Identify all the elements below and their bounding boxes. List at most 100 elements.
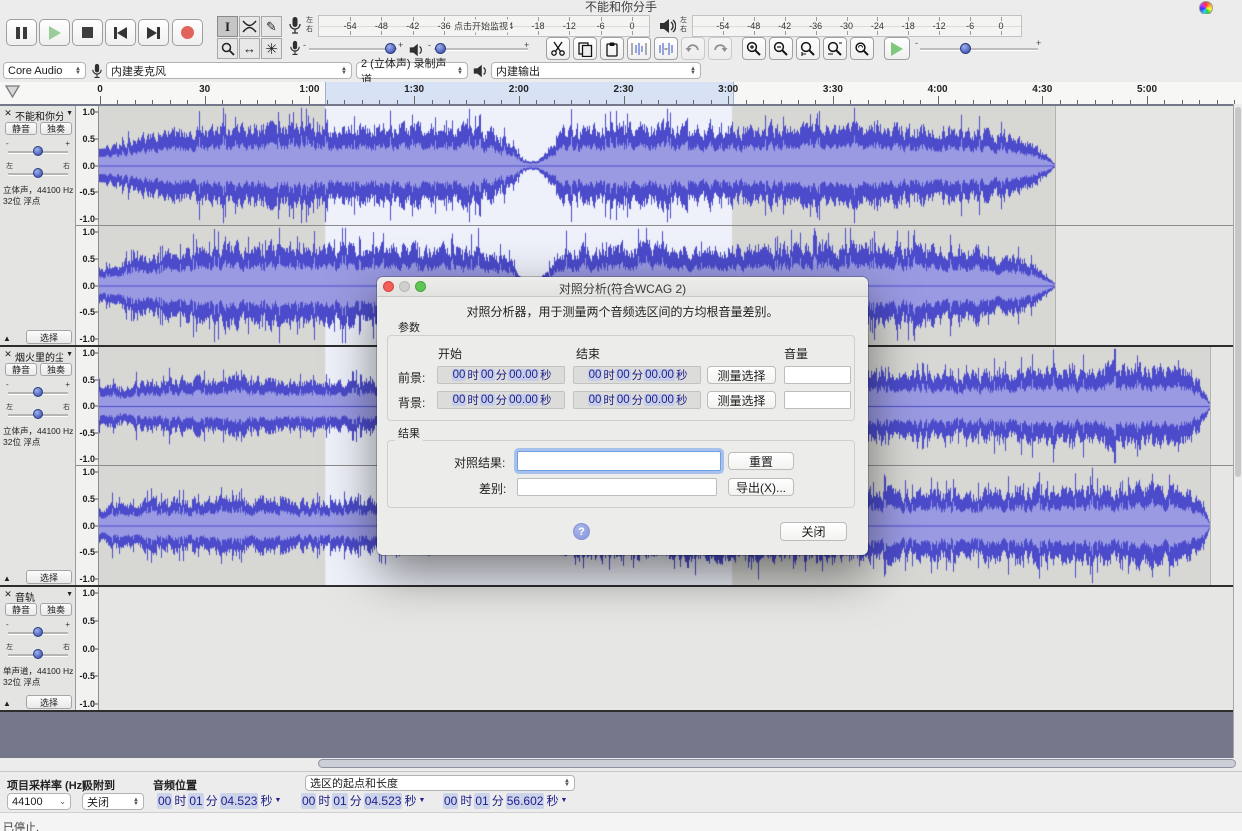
project-rate-select[interactable]: 44100 ⌄ [7, 793, 71, 810]
copy-button[interactable] [573, 37, 597, 60]
cut-button[interactable] [546, 37, 570, 60]
track3-name[interactable]: 音轨 [15, 589, 63, 604]
selection-start-field[interactable]: 00 时 01 分 04.523 秒 ▼ [300, 792, 425, 809]
background-volume-field[interactable] [784, 391, 851, 409]
track1-mute-button[interactable]: 静音 [5, 122, 37, 135]
track3-close-button[interactable]: ✕ [3, 589, 13, 599]
trim-outside-button[interactable] [627, 37, 651, 60]
track1-name[interactable]: 不能和你分手 [15, 108, 63, 123]
track3-gain-slider[interactable]: - + [6, 620, 70, 639]
dialog-titlebar[interactable]: 对照分析(符合WCAG 2) [377, 277, 868, 297]
multi-tool-button[interactable]: ✳ [261, 38, 282, 59]
track2-panel[interactable]: ✕ 烟火里的尘埃 ▼ 静音 独奏 -+ 左右 立体声，44100 Hz 32位 … [0, 347, 76, 585]
track2-collapse-button[interactable]: ▲ [3, 574, 11, 583]
record-icon [181, 26, 194, 39]
track2-left-scale: 1.0 0.5 0.0 -0.5 -1.0 [76, 347, 99, 465]
zoom-selection-button[interactable] [796, 37, 820, 60]
play-speed-slider[interactable] [920, 43, 1038, 55]
difference-field[interactable] [517, 478, 717, 496]
trim-icon [631, 42, 647, 55]
envelope-tool-button[interactable] [239, 16, 260, 37]
snap-to-select[interactable]: 关闭 ▲ ▼ [82, 793, 144, 810]
track1-left-waveform[interactable] [99, 106, 1233, 225]
contrast-analysis-dialog[interactable]: 对照分析(符合WCAG 2) 对照分析器，用于测量两个音频选区间的方均根音量差别… [377, 277, 868, 555]
zoom-out-button[interactable] [769, 37, 793, 60]
measure-background-button[interactable]: 测量选择 [707, 391, 776, 409]
track1-pan-slider[interactable]: 左右 [6, 163, 70, 180]
vertical-scrollbar[interactable] [1233, 104, 1242, 758]
selection-length-field[interactable]: 00 时 01 分 56.602 秒 ▼ [442, 792, 567, 809]
record-meter[interactable]: -54-48-42-36-30-24-18-12-60 点击开始监视 [318, 15, 650, 37]
output-device-select[interactable]: 内建输出 ▲ ▼ [491, 62, 701, 79]
paste-button[interactable] [600, 37, 624, 60]
foreground-volume-field[interactable] [784, 366, 851, 384]
zoom-tool-button[interactable] [217, 38, 238, 59]
record-button[interactable] [172, 19, 203, 46]
record-meter-mic-icon[interactable] [288, 16, 302, 36]
track1-solo-button[interactable]: 独奏 [40, 122, 72, 135]
track3-waveform[interactable] [99, 587, 1233, 710]
track1-collapse-button[interactable]: ▲ [3, 334, 11, 343]
track2-pan-slider[interactable]: 左右 [6, 404, 70, 421]
track3-mute-button[interactable]: 静音 [5, 603, 37, 616]
dialog-description: 对照分析器，用于测量两个音频选区间的方均根音量差别。 [466, 305, 779, 319]
reset-button[interactable]: 重置 [728, 452, 794, 470]
foreground-start-field[interactable]: 00 时 00 分 00.00 秒 [437, 366, 565, 384]
track2-close-button[interactable]: ✕ [3, 349, 13, 359]
horizontal-scrollbar-thumb[interactable] [318, 759, 1236, 768]
draw-tool-button[interactable]: ✎ [261, 16, 282, 37]
track3-select-button[interactable]: 选择 [26, 695, 72, 709]
monitor-hint[interactable]: 点击开始监视 [452, 19, 511, 33]
record-channels-select[interactable]: 2 (立体声) 录制声道 ▲ ▼ [356, 58, 468, 86]
timeline-ruler[interactable]: 0 30 1:00 1:30 2:00 2:30 3:00 3:30 4:00 4:30 5:00 [0, 82, 1242, 106]
selection-tool-button[interactable]: I [217, 16, 238, 37]
track2-mute-button[interactable]: 静音 [5, 363, 37, 376]
track1-select-button[interactable]: 选择 [26, 330, 72, 344]
play-at-speed-button[interactable] [884, 37, 910, 60]
pause-icon [16, 26, 27, 39]
measure-foreground-button[interactable]: 测量选择 [707, 366, 776, 384]
track2-select-button[interactable]: 选择 [26, 570, 72, 584]
close-button[interactable]: 关闭 [780, 522, 847, 541]
track1-close-button[interactable]: ✕ [3, 108, 13, 118]
vertical-scrollbar-thumb[interactable] [1235, 107, 1241, 477]
zoom-toggle-button[interactable] [850, 37, 874, 60]
undo-button[interactable] [681, 37, 705, 60]
audio-position-field[interactable]: 00 时 01 分 04.523 秒 ▼ [156, 792, 281, 809]
selection-mode-select[interactable]: 选区的起点和长度 ▲ ▼ [305, 775, 575, 791]
skip-end-button[interactable] [138, 19, 169, 46]
play-button[interactable] [39, 19, 70, 46]
track3-solo-button[interactable]: 独奏 [40, 603, 72, 616]
background-end-field[interactable]: 00 时 00 分 00.00 秒 [573, 391, 701, 409]
playback-volume-slider[interactable] [434, 43, 528, 55]
zoom-in-button[interactable] [742, 37, 766, 60]
track3-collapse-button[interactable]: ▲ [3, 699, 11, 708]
export-button[interactable]: 导出(X)... [728, 478, 794, 496]
timeshift-tool-button[interactable]: ↔ [239, 38, 260, 59]
track1-panel[interactable]: ✕ 不能和你分手 ▼ 静音 独奏 -+ 左右 立体声，44100 Hz 32位 … [0, 106, 76, 345]
track2-menu-arrow-icon[interactable]: ▼ [66, 351, 73, 358]
zoom-fit-button[interactable] [823, 37, 847, 60]
stop-button[interactable] [72, 19, 103, 46]
play-meter-speaker-icon[interactable] [658, 17, 676, 35]
playback-meter[interactable]: -54 -48 -42 -36 -30 -24 -18 -12 -6 0 [692, 15, 1022, 37]
track1-menu-arrow-icon[interactable]: ▼ [66, 110, 73, 117]
foreground-end-field[interactable]: 00 时 00 分 00.00 秒 [573, 366, 701, 384]
track2-gain-slider[interactable]: - + [6, 380, 70, 399]
track1-gain-slider[interactable]: - + [6, 139, 70, 158]
track3-menu-arrow-icon[interactable]: ▼ [66, 591, 73, 598]
audio-host-select[interactable]: Core Audio ▲ ▼ [3, 62, 86, 79]
contrast-result-field[interactable] [517, 451, 721, 471]
track3-pan-slider[interactable]: 左右 [6, 644, 70, 661]
background-start-field[interactable]: 00 时 00 分 00.00 秒 [437, 391, 565, 409]
pause-button[interactable] [6, 19, 37, 46]
help-button[interactable]: ? [573, 523, 590, 540]
record-volume-slider[interactable] [309, 43, 397, 55]
silence-selection-button[interactable] [654, 37, 678, 60]
skip-start-button[interactable] [105, 19, 136, 46]
track2-solo-button[interactable]: 独奏 [40, 363, 72, 376]
track2-name[interactable]: 烟火里的尘埃 [15, 349, 63, 364]
redo-button[interactable] [708, 37, 732, 60]
input-device-select[interactable]: 内建麦克风 ▲ ▼ [106, 62, 352, 79]
track3-panel[interactable]: ✕ 音轨 ▼ 静音 独奏 - + 左右 单声道，44100 Hz 32位 浮点 ▲… [0, 587, 76, 710]
